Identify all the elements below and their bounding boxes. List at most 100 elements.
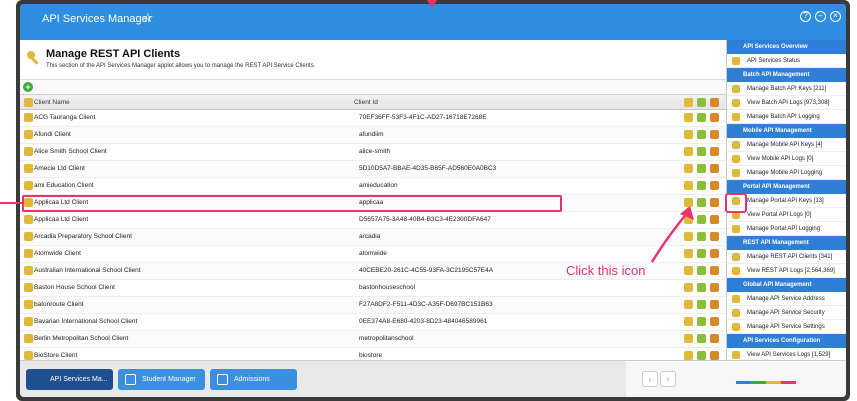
permissions-icon[interactable]: [710, 317, 719, 326]
permissions-icon[interactable]: [710, 283, 719, 292]
table-row[interactable]: Berlin Metropolitan School Client metropo…: [20, 331, 726, 348]
key-icon: [24, 334, 33, 343]
column-header-client-id[interactable]: Client Id: [354, 99, 378, 106]
edit-client-icon[interactable]: [684, 334, 693, 343]
sidebar-item-label: Manage REST API Clients [341]: [747, 254, 833, 260]
table-row[interactable]: Alice Smith School Client alice-smith: [20, 144, 726, 161]
edit-client-icon[interactable]: [684, 198, 693, 207]
sidebar-item[interactable]: Manage API Service Address: [727, 292, 846, 306]
edit-client-icon[interactable]: [684, 164, 693, 173]
close-icon[interactable]: ×: [830, 11, 841, 22]
table-row[interactable]: Baston House School Client bastonhousesch…: [20, 280, 726, 297]
client-name-cell: Applicaa Ltd Client: [34, 216, 89, 223]
sidebar-section-heading: Portal API Management: [727, 180, 846, 194]
menu-item-icon: [732, 99, 740, 107]
permissions-icon[interactable]: [710, 130, 719, 139]
star-icon[interactable]: ☆: [142, 10, 154, 26]
refresh-key-icon[interactable]: [697, 147, 706, 156]
table-row[interactable]: ACG Tauranga Client 70EF36FF-53F3-4F1C-AD…: [20, 110, 726, 127]
permissions-icon[interactable]: [710, 249, 719, 258]
edit-client-icon[interactable]: [684, 317, 693, 326]
refresh-key-icon[interactable]: [697, 198, 706, 207]
permissions-icon[interactable]: [710, 181, 719, 190]
add-client-button[interactable]: +: [23, 82, 33, 92]
taskbar-api-services-button[interactable]: API Services Ma...: [26, 369, 113, 390]
highlight-icon-box: [725, 193, 747, 213]
permissions-icon[interactable]: [710, 232, 719, 241]
refresh-key-icon[interactable]: [697, 164, 706, 173]
sidebar-item[interactable]: View Mobile API Logs [0]: [727, 152, 846, 166]
refresh-key-icon[interactable]: [697, 300, 706, 309]
edit-client-icon[interactable]: [684, 283, 693, 292]
refresh-key-icon[interactable]: [697, 215, 706, 224]
sidebar-item[interactable]: Manage REST API Clients [341]: [727, 250, 846, 264]
permissions-icon[interactable]: [710, 164, 719, 173]
edit-client-icon[interactable]: [684, 351, 693, 360]
refresh-key-icon[interactable]: [697, 181, 706, 190]
key-icon: [24, 113, 33, 122]
refresh-key-icon[interactable]: [697, 113, 706, 122]
help-icon[interactable]: ?: [800, 11, 811, 22]
permissions-icon[interactable]: [710, 351, 719, 360]
sidebar-item[interactable]: Manage Portal API Logging: [727, 222, 846, 236]
table-row[interactable]: Bavarian International School Client 0EE3…: [20, 314, 726, 331]
menu-item-icon: [732, 295, 740, 303]
header-action-icons: [684, 98, 724, 108]
edit-client-icon[interactable]: [684, 147, 693, 156]
sidebar-item[interactable]: Manage Mobile API Logging: [727, 166, 846, 180]
table-row[interactable]: batonroute Client F27A8DF2-F511-4D3C-A35F…: [20, 297, 726, 314]
key-icon: [24, 249, 33, 258]
sidebar-item[interactable]: Manage Mobile API Keys [4]: [727, 138, 846, 152]
table-row[interactable]: Arcadia Preparatory School Client arcadia: [20, 229, 726, 246]
page-description: This section of the API Services Manager…: [46, 63, 316, 69]
sidebar-item[interactable]: Manage API Service Settings: [727, 320, 846, 334]
taskbar-button-label: Student Manager: [142, 376, 196, 383]
refresh-key-icon[interactable]: [697, 266, 706, 275]
table-row[interactable]: Afundi Client afundiim: [20, 127, 726, 144]
table-row[interactable]: Applicaa Ltd Client D5657A75-3A48-40B4-B3…: [20, 212, 726, 229]
menu-item-icon: [732, 309, 740, 317]
color-strip: [736, 381, 796, 384]
minimize-icon[interactable]: –: [815, 11, 826, 22]
sidebar-item[interactable]: Manage Batch API Logging: [727, 110, 846, 124]
sidebar-item[interactable]: Manage Batch API Keys [211]: [727, 82, 846, 96]
edit-client-icon[interactable]: [684, 300, 693, 309]
next-page-button[interactable]: ›: [660, 371, 676, 387]
edit-client-icon[interactable]: [684, 181, 693, 190]
permissions-icon[interactable]: [710, 113, 719, 122]
edit-client-icon[interactable]: [684, 130, 693, 139]
client-id-cell: alice-smith: [359, 148, 391, 155]
edit-client-icon[interactable]: [684, 215, 693, 224]
refresh-key-icon[interactable]: [697, 232, 706, 241]
edit-client-icon[interactable]: [684, 232, 693, 241]
taskbar-student-manager-button[interactable]: Student Manager: [118, 369, 205, 390]
refresh-key-icon[interactable]: [697, 249, 706, 258]
refresh-key-icon[interactable]: [697, 334, 706, 343]
edit-client-icon[interactable]: [684, 266, 693, 275]
refresh-key-icon[interactable]: [697, 351, 706, 360]
key-icon: [24, 266, 33, 275]
table-row[interactable]: ami Education Client amieducation: [20, 178, 726, 195]
permissions-icon[interactable]: [710, 334, 719, 343]
edit-client-icon[interactable]: [684, 113, 693, 122]
refresh-key-icon[interactable]: [697, 283, 706, 292]
permissions-icon[interactable]: [710, 300, 719, 309]
column-header-client-name[interactable]: Client Name: [34, 99, 70, 106]
permissions-icon[interactable]: [710, 215, 719, 224]
permissions-icon[interactable]: [710, 198, 719, 207]
taskbar-admissions-button[interactable]: Admissions: [210, 369, 297, 390]
edit-icon: [684, 98, 693, 107]
refresh-key-icon[interactable]: [697, 130, 706, 139]
permissions-icon[interactable]: [710, 266, 719, 275]
table-row[interactable]: Amecie Ltd Client 5D10D5A7-BBAE-4D35-B65F…: [20, 161, 726, 178]
previous-page-button[interactable]: ‹: [642, 371, 658, 387]
permissions-icon[interactable]: [710, 147, 719, 156]
edit-client-icon[interactable]: [684, 249, 693, 258]
sidebar-item[interactable]: API Services Status: [727, 54, 846, 68]
row-actions: [684, 198, 724, 208]
sidebar-item[interactable]: View Batch API Logs [973,308]: [727, 96, 846, 110]
sidebar-item[interactable]: View REST API Logs [2,564,369]: [727, 264, 846, 278]
refresh-key-icon[interactable]: [697, 317, 706, 326]
sidebar-item[interactable]: Manage API Service Security: [727, 306, 846, 320]
table-row[interactable]: Atomwide Client atomwide: [20, 246, 726, 263]
